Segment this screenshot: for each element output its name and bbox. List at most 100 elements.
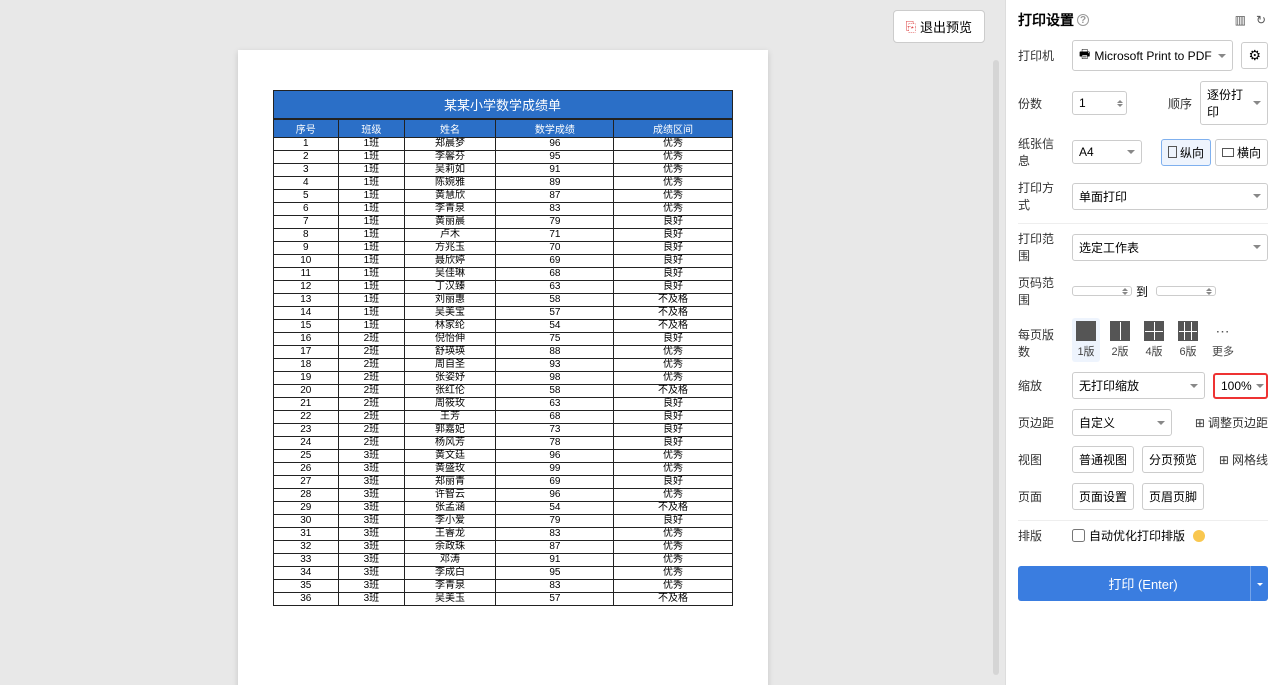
- table-row: 151班林家纶54不及格: [273, 320, 732, 333]
- table-row: 31班吴莉如91优秀: [273, 164, 732, 177]
- layout-1-button[interactable]: 1版: [1072, 318, 1100, 362]
- page-setup-button[interactable]: 页面设置: [1072, 483, 1134, 510]
- table-row: 242班杨风芳78良好: [273, 437, 732, 450]
- table-header: 成绩区间: [614, 120, 732, 138]
- zoom-mode-select[interactable]: 无打印缩放: [1072, 372, 1205, 399]
- scrollbar[interactable]: [993, 60, 999, 675]
- table-row: 21班李馨芬95优秀: [273, 151, 732, 164]
- view-normal-button[interactable]: 普通视图: [1072, 446, 1134, 473]
- table-row: 353班李青泉83优秀: [273, 580, 732, 593]
- printer-label: 打印机: [1018, 47, 1064, 64]
- print-button[interactable]: 打印 (Enter): [1018, 566, 1268, 601]
- exit-preview-button[interactable]: ⎘ 退出预览: [893, 10, 985, 43]
- report-table: 序号班级姓名数学成绩成绩区间 11班郑晨梦96优秀21班李馨芬95优秀31班吴莉…: [273, 119, 733, 606]
- print-range-select[interactable]: 选定工作表: [1072, 234, 1268, 261]
- order-label: 顺序: [1168, 95, 1192, 112]
- table-row: 111班吴佳琳68良好: [273, 268, 732, 281]
- panel-title: 打印设置?: [1018, 10, 1089, 30]
- page-range-label: 页码范围: [1018, 274, 1064, 308]
- table-row: 313班王睿龙83优秀: [273, 528, 732, 541]
- layout-2-button[interactable]: 2版: [1106, 318, 1134, 362]
- gridlines-toggle[interactable]: ⊞网格线: [1219, 451, 1268, 468]
- layout-4-button[interactable]: 4版: [1140, 318, 1168, 362]
- table-row: 131班刘丽惠58不及格: [273, 294, 732, 307]
- table-row: 141班吴美宝57不及格: [273, 307, 732, 320]
- page-preview: 某某小学数学成绩单 序号班级姓名数学成绩成绩区间 11班郑晨梦96优秀21班李馨…: [238, 50, 768, 685]
- layout-opt-label: 排版: [1018, 527, 1064, 544]
- page-to-spinner[interactable]: [1206, 285, 1212, 298]
- table-row: 343班李成白95优秀: [273, 567, 732, 580]
- print-mode-label: 打印方式: [1018, 179, 1064, 213]
- print-range-label: 打印范围: [1018, 230, 1064, 264]
- paper-size-select[interactable]: A4: [1072, 140, 1142, 164]
- adjust-margin-link[interactable]: ⊞调整页边距: [1195, 414, 1268, 431]
- table-row: 51班黄慧欣87优秀: [273, 190, 732, 203]
- premium-icon: [1193, 530, 1205, 542]
- zoom-label: 缩放: [1018, 377, 1064, 394]
- auto-layout-checkbox[interactable]: 自动优化打印排版: [1072, 527, 1185, 544]
- print-dropdown-icon[interactable]: [1250, 566, 1268, 601]
- landscape-icon: [1222, 148, 1234, 157]
- copies-label: 份数: [1018, 95, 1064, 112]
- print-preview-area: ⎘ 退出预览 某某小学数学成绩单 序号班级姓名数学成绩成绩区间 11班郑晨梦96…: [0, 0, 1005, 685]
- orientation-portrait-button[interactable]: 纵向: [1161, 139, 1211, 166]
- portrait-icon: [1168, 146, 1177, 158]
- print-mode-select[interactable]: 单面打印: [1072, 183, 1268, 210]
- table-header: 班级: [339, 120, 405, 138]
- layout-6-button[interactable]: 6版: [1174, 318, 1202, 362]
- table-row: 162班倪怡伸75良好: [273, 333, 732, 346]
- table-row: 212班周筱玫63良好: [273, 398, 732, 411]
- table-row: 41班陈婉雅89优秀: [273, 177, 732, 190]
- table-row: 11班郑晨梦96优秀: [273, 138, 732, 151]
- page-from-spinner[interactable]: [1122, 285, 1128, 298]
- header-footer-button[interactable]: 页眉页脚: [1142, 483, 1204, 510]
- zoom-percent-select[interactable]: 100%: [1213, 373, 1268, 399]
- exit-label: 退出预览: [920, 17, 972, 36]
- table-row: 91班方兆玉70良好: [273, 242, 732, 255]
- table-row: 232班郭嘉妃73良好: [273, 424, 732, 437]
- orientation-landscape-button[interactable]: 横向: [1215, 139, 1268, 166]
- table-row: 61班李青泉83优秀: [273, 203, 732, 216]
- paper-label: 纸张信息: [1018, 135, 1064, 169]
- per-page-label: 每页版数: [1018, 318, 1064, 360]
- report-title: 某某小学数学成绩单: [273, 90, 733, 119]
- grid-icon: ⊞: [1219, 453, 1229, 467]
- page-label: 页面: [1018, 488, 1064, 505]
- order-select[interactable]: 逐份打印: [1200, 81, 1268, 125]
- table-row: 273班郑丽青69良好: [273, 476, 732, 489]
- table-row: 263班黄盛玫99优秀: [273, 463, 732, 476]
- help-icon[interactable]: ?: [1077, 14, 1089, 26]
- table-row: 202班张红伦58不及格: [273, 385, 732, 398]
- table-row: 253班黄文廷96优秀: [273, 450, 732, 463]
- layout-icon[interactable]: ▥: [1233, 11, 1248, 29]
- page-to-label: 到: [1136, 283, 1148, 300]
- table-row: 333班邓涛91优秀: [273, 554, 732, 567]
- printer-select[interactable]: 🖶 Microsoft Print to PDF: [1072, 40, 1233, 71]
- table-row: 303班李小爱79良好: [273, 515, 732, 528]
- table-row: 323班余政珠87优秀: [273, 541, 732, 554]
- layout-more-button[interactable]: ⋯更多: [1208, 318, 1238, 362]
- table-row: 101班聂欣婷69良好: [273, 255, 732, 268]
- table-row: 172班舒瑛瑛88优秀: [273, 346, 732, 359]
- table-row: 293班张孟涵54不及格: [273, 502, 732, 515]
- printer-icon: 🖶: [1079, 45, 1090, 66]
- margin-select[interactable]: 自定义: [1072, 409, 1172, 436]
- refresh-icon[interactable]: ↻: [1254, 11, 1268, 29]
- view-label: 视图: [1018, 451, 1064, 468]
- table-row: 192班张姿妤98优秀: [273, 372, 732, 385]
- exit-icon: ⎘: [906, 19, 916, 35]
- table-row: 222班王芳68良好: [273, 411, 732, 424]
- table-row: 363班吴美玉57不及格: [273, 593, 732, 606]
- table-header: 序号: [273, 120, 339, 138]
- table-header: 数学成绩: [496, 120, 614, 138]
- printer-settings-button[interactable]: ⚙: [1241, 42, 1268, 69]
- table-row: 182班周自圣93优秀: [273, 359, 732, 372]
- gear-icon: ⚙: [1248, 47, 1261, 64]
- table-row: 121班丁汉臻63良好: [273, 281, 732, 294]
- table-header: 姓名: [404, 120, 496, 138]
- print-settings-panel: 打印设置? ▥ ↻ 打印机 🖶 Microsoft Print to PDF ⚙…: [1005, 0, 1280, 685]
- table-row: 71班黄丽晨79良好: [273, 216, 732, 229]
- view-pagebreak-button[interactable]: 分页预览: [1142, 446, 1204, 473]
- copies-spinner[interactable]: [1117, 97, 1123, 110]
- margin-label: 页边距: [1018, 414, 1064, 431]
